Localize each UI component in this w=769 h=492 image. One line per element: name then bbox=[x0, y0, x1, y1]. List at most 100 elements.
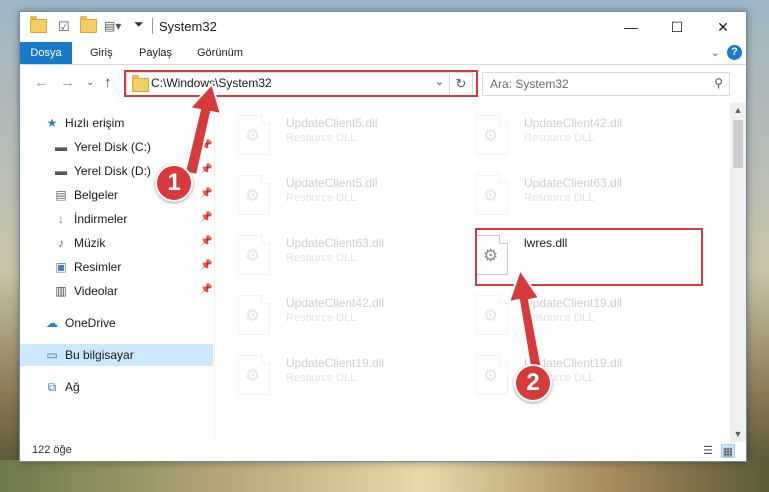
pin-icon[interactable]: 📌 bbox=[200, 188, 212, 199]
file-highlight-box bbox=[475, 228, 703, 286]
file-name: UpdateClient5.dll bbox=[286, 176, 378, 190]
file-item[interactable]: ⚙ UpdateClient5.dll Resource DLL bbox=[220, 110, 445, 156]
window-title: System32 bbox=[159, 19, 217, 34]
pin-icon[interactable]: 📌 bbox=[200, 212, 212, 223]
properties-icon[interactable]: ☑ bbox=[58, 19, 70, 35]
ribbon-tabs: Dosya Giriş Paylaş Görünüm ⌄ ? bbox=[20, 42, 746, 65]
sidebar-item-label: Yerel Disk (D:) bbox=[74, 164, 151, 178]
step-marker-two: 2 bbox=[514, 364, 552, 402]
pin-icon[interactable]: 📌 bbox=[200, 140, 212, 151]
file-name: UpdateClient19.dll bbox=[286, 356, 385, 370]
sidebar-item-onedrive[interactable]: ☁ OneDrive bbox=[20, 312, 213, 334]
downloads-icon: ↓ bbox=[58, 212, 64, 226]
file-name: UpdateClient63.dll bbox=[286, 236, 385, 250]
item-count: 122 öğe bbox=[32, 444, 72, 456]
file-description: Resource DLL bbox=[286, 372, 357, 384]
file-item[interactable]: ⚙ UpdateClient19.dll Resource DLL bbox=[458, 350, 683, 396]
recent-locations-chevron-icon[interactable]: ⌄ bbox=[86, 77, 94, 88]
step-marker-one: 1 bbox=[155, 164, 193, 202]
file-item[interactable]: ⚙ UpdateClient63.dll Resource DLL bbox=[458, 170, 683, 216]
file-description: Resource DLL bbox=[286, 132, 357, 144]
customize-toolbar-icon[interactable]: ▤▾ bbox=[104, 19, 121, 35]
gear-icon: ⚙ bbox=[245, 126, 261, 145]
file-item[interactable]: ⚙ UpdateClient42.dll Resource DLL bbox=[220, 290, 445, 336]
scroll-down-icon[interactable]: ▼ bbox=[730, 426, 746, 442]
help-icon[interactable]: ? bbox=[727, 45, 742, 60]
address-highlight-box bbox=[124, 70, 478, 97]
sidebar-item-label: OneDrive bbox=[65, 316, 116, 330]
tab-view[interactable]: Görünüm bbox=[197, 42, 243, 64]
gear-icon: ⚙ bbox=[483, 306, 499, 325]
minimize-button[interactable]: — bbox=[608, 12, 654, 42]
file-description: Resource DLL bbox=[524, 132, 595, 144]
pin-icon[interactable]: 📌 bbox=[200, 164, 212, 175]
gear-icon: ⚙ bbox=[483, 366, 499, 385]
drive-icon: ▬ bbox=[55, 164, 67, 178]
file-name: UpdateClient5.dll bbox=[286, 116, 378, 130]
sidebar-item-label: Hızlı erişim bbox=[65, 116, 125, 130]
file-description: Resource DLL bbox=[524, 192, 595, 204]
pin-icon[interactable]: 📌 bbox=[200, 260, 212, 271]
file-description: Resource DLL bbox=[286, 252, 357, 264]
quick-access-dropdown-icon[interactable]: ⏷ bbox=[134, 17, 144, 33]
tab-share[interactable]: Paylaş bbox=[139, 42, 172, 64]
scroll-up-icon[interactable]: ▲ bbox=[730, 102, 746, 118]
sidebar-item-label: Yerel Disk (C:) bbox=[74, 140, 151, 154]
file-item[interactable]: ⚙ UpdateClient63.dll Resource DLL bbox=[220, 230, 445, 276]
sidebar-item-network[interactable]: ⧉ Ağ bbox=[20, 376, 213, 398]
sidebar-item-pictures[interactable]: ▣ Resimler 📌 bbox=[20, 256, 213, 278]
pin-icon[interactable]: 📌 bbox=[200, 236, 212, 247]
pictures-icon: ▣ bbox=[55, 260, 67, 274]
sidebar-item-label: İndirmeler bbox=[74, 212, 128, 226]
sidebar-item-quick-access[interactable]: ★ Hızlı erişim bbox=[20, 112, 213, 134]
up-arrow-icon[interactable]: ↑ bbox=[104, 74, 112, 91]
file-explorer-window: ☑ ▤▾ ⏷ System32 — ☐ ✕ Dosya Giriş Paylaş… bbox=[19, 11, 747, 462]
forward-arrow-icon[interactable]: → bbox=[60, 74, 75, 91]
expand-ribbon-icon[interactable]: ⌄ bbox=[711, 46, 720, 59]
file-item[interactable]: ⚙ UpdateClient19.dll Resource DLL bbox=[458, 290, 683, 336]
music-icon: ♪ bbox=[58, 236, 64, 250]
file-description: Resource DLL bbox=[524, 312, 595, 324]
file-item[interactable]: ⚙ UpdateClient42.dll Resource DLL bbox=[458, 110, 683, 156]
pane-divider[interactable] bbox=[214, 102, 215, 442]
details-view-icon[interactable]: ☰ bbox=[701, 444, 715, 458]
sidebar-item-this-pc[interactable]: ▭ Bu bilgisayar bbox=[20, 344, 213, 366]
file-name: UpdateClient42.dll bbox=[524, 116, 623, 130]
pin-icon[interactable]: 📌 bbox=[200, 284, 212, 295]
search-icon: ⚲ bbox=[714, 76, 723, 90]
maximize-button[interactable]: ☐ bbox=[654, 12, 700, 42]
documents-icon: ▤ bbox=[55, 188, 67, 202]
computer-icon: ▭ bbox=[46, 348, 58, 362]
navigation-bar: ← → ⌄ ↑ C:\Windows\System32 ⌄ ↻ Ara: Sys… bbox=[20, 65, 746, 101]
new-folder-icon[interactable] bbox=[80, 16, 97, 35]
file-item[interactable]: ⚙ UpdateClient19.dll Resource DLL bbox=[220, 350, 445, 396]
gear-icon: ⚙ bbox=[483, 186, 499, 205]
gear-icon: ⚙ bbox=[245, 366, 261, 385]
desktop-background bbox=[0, 460, 769, 492]
sidebar-item-downloads[interactable]: ↓ İndirmeler 📌 bbox=[20, 208, 213, 230]
tab-file[interactable]: Dosya bbox=[20, 42, 72, 64]
large-icons-view-icon[interactable]: ▦ bbox=[721, 444, 735, 458]
vertical-scrollbar[interactable]: ▲ ▼ bbox=[730, 102, 746, 442]
scrollbar-thumb[interactable] bbox=[733, 120, 743, 168]
file-item[interactable]: ⚙ UpdateClient5.dll Resource DLL bbox=[220, 170, 445, 216]
gear-icon: ⚙ bbox=[245, 306, 261, 325]
close-button[interactable]: ✕ bbox=[700, 12, 746, 42]
tab-home[interactable]: Giriş bbox=[90, 42, 113, 64]
network-icon: ⧉ bbox=[47, 380, 57, 394]
sidebar-item-label: Müzik bbox=[74, 236, 106, 250]
back-arrow-icon[interactable]: ← bbox=[34, 74, 49, 91]
title-separator bbox=[152, 18, 153, 34]
gear-icon: ⚙ bbox=[483, 126, 499, 145]
search-input[interactable]: Ara: System32 ⚲ bbox=[482, 72, 730, 96]
drive-icon: ▬ bbox=[55, 140, 67, 154]
sidebar-item-videos[interactable]: ▥ Videolar 📌 bbox=[20, 280, 213, 302]
navigation-pane: ★ Hızlı erişim ▬ Yerel Disk (C:) 📌 ▬ Yer… bbox=[20, 102, 213, 442]
file-name: UpdateClient42.dll bbox=[286, 296, 385, 310]
file-description: Resource DLL bbox=[286, 192, 357, 204]
sidebar-item-local-disk-c[interactable]: ▬ Yerel Disk (C:) 📌 bbox=[20, 136, 213, 158]
sidebar-item-label: Videolar bbox=[74, 284, 118, 298]
gear-icon: ⚙ bbox=[245, 186, 261, 205]
file-list: ⚙ UpdateClient5.dll Resource DLL ⚙ Updat… bbox=[220, 102, 730, 442]
sidebar-item-music[interactable]: ♪ Müzik 📌 bbox=[20, 232, 213, 254]
